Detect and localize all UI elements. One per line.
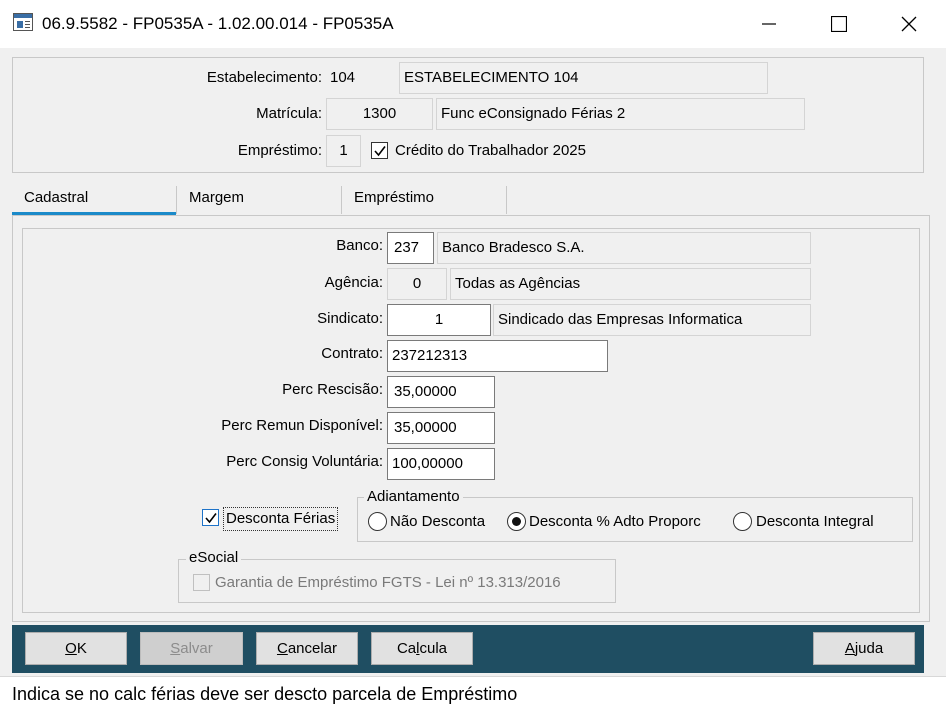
tab-cadastral[interactable]: Cadastral [12,186,176,214]
ok-button[interactable]: OK [25,632,127,665]
credito-trabalhador-checkbox[interactable] [371,142,388,159]
minimize-button[interactable] [734,0,804,48]
salvar-button[interactable]: Salvar [140,632,243,665]
perc-remun-label: Perc Remun Disponível: [221,417,383,434]
matricula-name: Func eConsignado Férias 2 [436,98,805,130]
garantia-fgts-checkbox[interactable] [193,574,210,591]
close-icon [901,16,917,32]
window-title: 06.9.5582 - FP0535A - 1.02.00.014 - FP05… [42,14,394,33]
emprestimo-code: 1 [326,135,361,167]
sindicato-label: Sindicato: [317,310,383,327]
desconta-ferias-checkbox[interactable] [202,509,219,526]
sindicato-name: Sindicado das Empresas Informatica [493,304,811,336]
matricula-code: 1300 [326,98,433,130]
checkmark-icon [374,146,386,157]
banco-label: Banco: [336,237,383,254]
status-bar: Indica se no calc férias deve ser descto… [0,676,946,712]
app-icon [13,13,33,31]
estabelecimento-label: Estabelecimento: [206,69,322,86]
tab-separator [506,186,507,214]
sindicato-code-input[interactable]: 1 [387,304,491,336]
perc-consig-label: Perc Consig Voluntária: [226,453,383,470]
contrato-input[interactable]: 237212313 [387,340,608,372]
banco-name: Banco Bradesco S.A. [437,232,811,264]
credito-trabalhador-label: Crédito do Trabalhador 2025 [395,142,586,159]
perc-consig-input[interactable]: 100,00000 [387,448,495,480]
close-button[interactable] [874,0,944,48]
contrato-label: Contrato: [321,345,383,362]
agencia-label: Agência: [324,274,383,291]
garantia-fgts-label: Garantia de Empréstimo FGTS - Lei nº 13.… [215,574,561,591]
desconta-ferias-label[interactable]: Desconta Férias [223,507,339,531]
maximize-button[interactable] [804,0,874,48]
estabelecimento-name: ESTABELECIMENTO 104 [399,62,768,94]
adiantamento-title: Adiantamento [364,487,463,507]
matricula-label: Matrícula: [256,105,322,122]
checkmark-icon [205,513,217,524]
calcula-button[interactable]: Calcula [371,632,473,665]
perc-remun-input[interactable]: 35,00000 [387,412,495,444]
agencia-name: Todas as Agências [450,268,811,300]
banco-code-input[interactable]: 237 [387,232,434,264]
radio-desconta-integral[interactable] [733,512,752,531]
maximize-icon [831,16,847,32]
tab-emprestimo[interactable]: Empréstimo [342,186,506,214]
emprestimo-label: Empréstimo: [237,142,322,159]
nao-desconta-label: Não Desconta [390,513,486,530]
desconta-integral-label: Desconta Integral [756,513,874,530]
radio-nao-desconta[interactable] [368,512,387,531]
ajuda-button[interactable]: Ajuda [813,632,915,665]
cancelar-button[interactable]: Cancelar [256,632,358,665]
esocial-title: eSocial [186,548,242,568]
perc-rescisao-input[interactable]: 35,00000 [387,376,495,408]
radio-desconta-adto-proporc[interactable] [507,512,526,531]
desconta-adto-proporc-label: Desconta % Adto Proporc [529,513,701,530]
estabelecimento-code: 104 [330,69,356,86]
tab-margem[interactable]: Margem [177,186,341,214]
minimize-icon [762,23,776,25]
perc-rescisao-label: Perc Rescisão: [282,381,383,398]
agencia-code: 0 [387,268,447,300]
